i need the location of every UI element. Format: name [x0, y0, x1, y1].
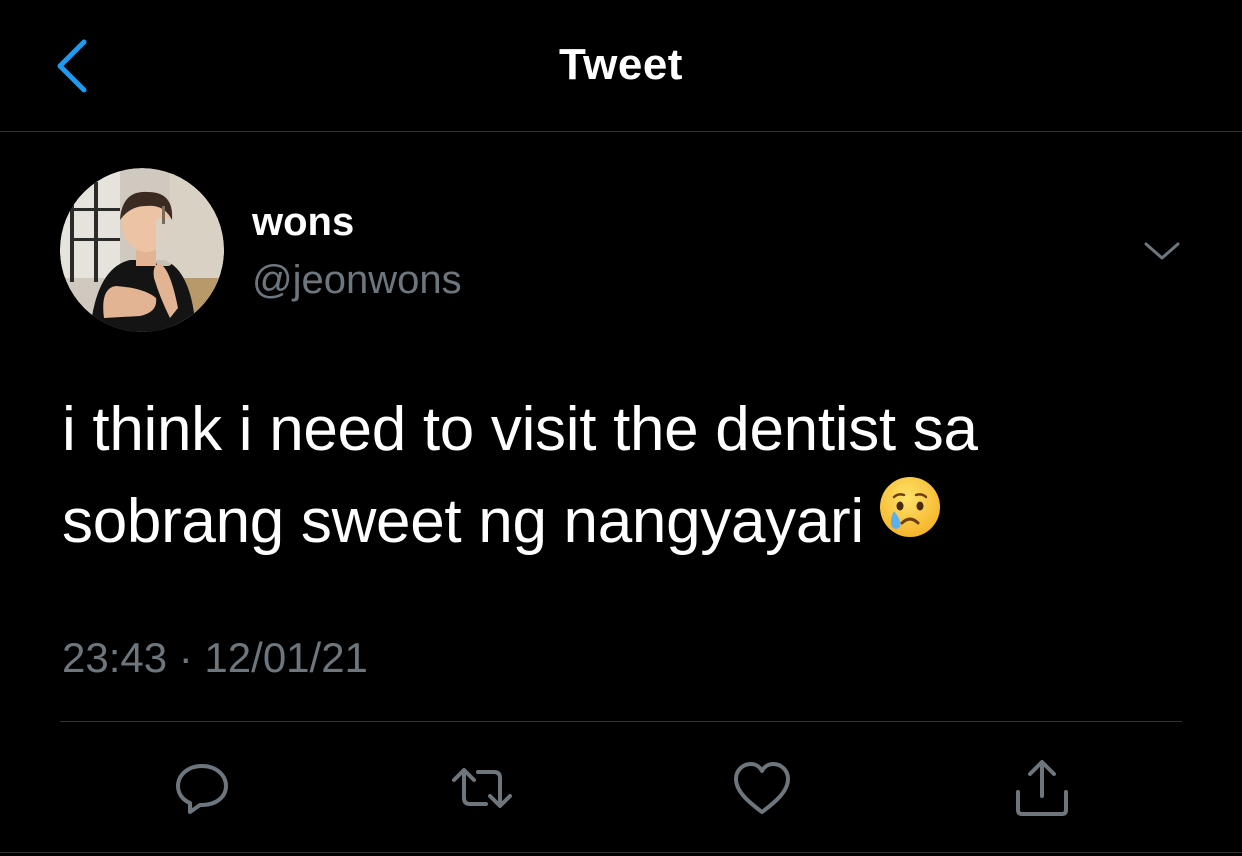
- like-icon: [734, 762, 790, 814]
- tweet-timestamp: 23:43 · 12/01/21: [62, 634, 368, 681]
- bottom-divider: [0, 852, 1242, 853]
- share-button[interactable]: [1012, 758, 1072, 818]
- tweet-text-line: i think i need to visit the dentist sa: [62, 395, 978, 464]
- crying-face-emoji-icon: [878, 473, 942, 565]
- divider: [60, 721, 1182, 722]
- retweet-icon: [452, 768, 512, 808]
- page-title: Tweet: [559, 40, 683, 89]
- reply-icon: [176, 764, 228, 814]
- share-icon: [1016, 760, 1068, 816]
- tweet-text: i think i need to visit the dentist sa s…: [62, 384, 1182, 568]
- author-handle[interactable]: @jeonwons: [252, 258, 462, 303]
- more-options-button[interactable]: [1140, 232, 1184, 272]
- reply-button[interactable]: [172, 758, 232, 818]
- tweet-text-span: sobrang sweet ng nangyayari: [62, 487, 864, 556]
- author-display-name[interactable]: wons: [252, 200, 354, 245]
- retweet-button[interactable]: [452, 758, 512, 818]
- avatar-photo: [60, 168, 224, 332]
- chevron-down-icon: [1144, 242, 1180, 260]
- like-button[interactable]: [732, 758, 792, 818]
- avatar[interactable]: [60, 168, 224, 332]
- navigation-bar: Tweet: [0, 0, 1242, 132]
- tweet-text-line: sobrang sweet ng nangyayari: [62, 476, 1182, 568]
